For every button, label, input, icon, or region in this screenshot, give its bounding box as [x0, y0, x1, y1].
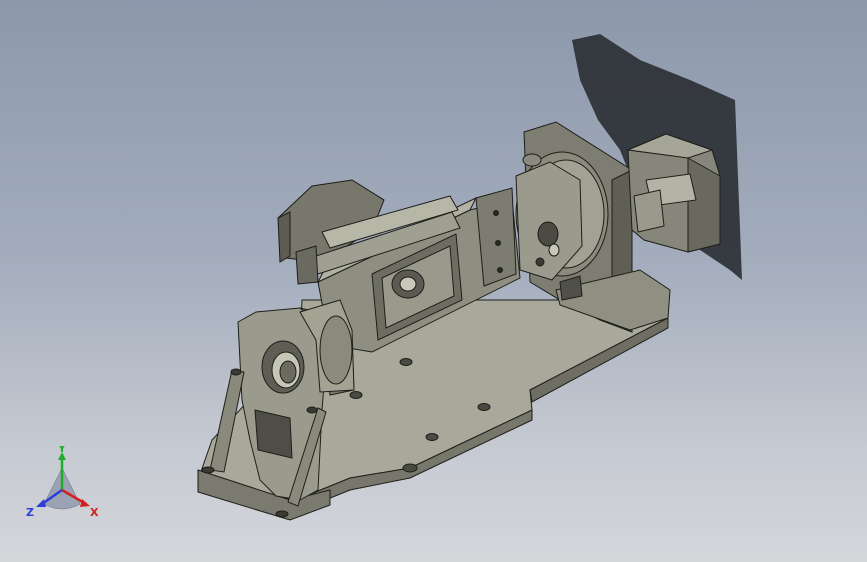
3d-model-view[interactable] [0, 0, 867, 562]
triad-z-label: Z [26, 506, 34, 519]
triad-z-arrow [36, 499, 46, 507]
triad-y-label: Y [57, 446, 67, 455]
graphics-viewport[interactable]: Y X Z [0, 0, 867, 562]
stepper-motor-right[interactable] [626, 133, 721, 253]
orientation-triad[interactable]: Y X Z [22, 446, 112, 526]
triad-x-label: X [90, 506, 99, 519]
